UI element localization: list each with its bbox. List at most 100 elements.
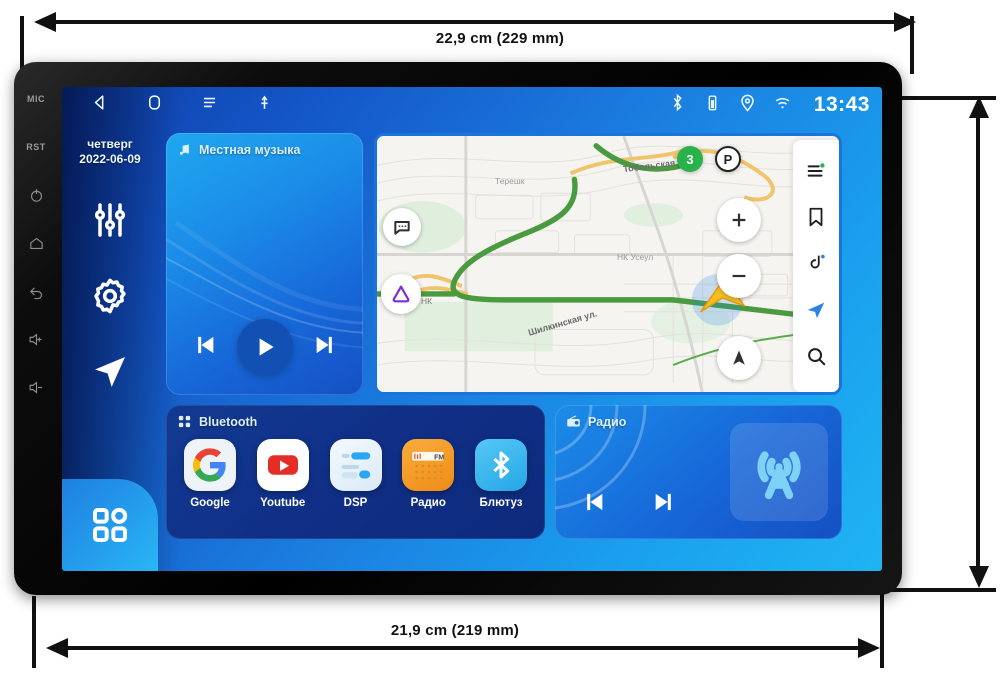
app-google[interactable]: Google [176, 439, 244, 509]
dimension-right-line [976, 118, 980, 566]
dimension-bottom-tick-left [32, 596, 36, 668]
map-right-toolbar [793, 140, 839, 392]
app-youtube[interactable]: Youtube [249, 439, 317, 509]
usb-icon[interactable] [255, 93, 274, 117]
play-icon [259, 338, 274, 356]
bluetooth-widget-title: Bluetooth [199, 414, 258, 429]
layers-icon [392, 285, 410, 303]
dsp-icon[interactable] [329, 439, 382, 491]
volume-down-key[interactable] [23, 376, 49, 398]
routes-icon[interactable] [805, 160, 827, 187]
system-nav-buttons [90, 93, 274, 117]
app-dsp[interactable]: DSP [322, 439, 390, 509]
zoom-in-button[interactable] [717, 198, 761, 242]
back-icon[interactable] [90, 93, 109, 117]
play-button[interactable] [236, 319, 293, 375]
navigation-icon[interactable] [87, 349, 133, 395]
mic-key[interactable]: MIC [23, 88, 49, 110]
screenshot-root: 22,9 cm (229 mm) 12,9 cm (129 mm) 21,9 c… [0, 0, 1000, 673]
parking-badge[interactable]: P [715, 146, 741, 172]
equalizer-icon[interactable] [87, 197, 133, 243]
map-widget[interactable]: Тобольская ул. Шилкинская ул. Терешк НК … [374, 133, 842, 395]
home-key[interactable] [23, 232, 49, 254]
chat-button[interactable] [383, 208, 421, 246]
next-track-button[interactable] [312, 331, 340, 364]
app-shortcut-row: Google Youtube DSP FM Радио Блютуз [176, 439, 535, 509]
dimension-bottom-line [68, 646, 858, 650]
wifi-icon [773, 93, 792, 117]
search-icon[interactable] [805, 345, 827, 372]
next-station-button[interactable] [651, 488, 679, 521]
radio-album-art[interactable] [730, 423, 828, 521]
bluetooth-icon [668, 93, 687, 117]
radio-icon[interactable]: FM [402, 439, 455, 491]
date-label: 2022-06-09 [79, 152, 141, 166]
traffic-level-badge[interactable]: 3 [677, 146, 703, 172]
app-label-google: Google [190, 497, 230, 509]
compass-button[interactable] [717, 336, 761, 380]
dimension-top-line [56, 20, 894, 24]
map-canvas[interactable] [377, 136, 839, 395]
dimension-top-tick-right [910, 16, 914, 74]
apps-grid-button[interactable] [62, 479, 158, 571]
minus-icon [732, 274, 746, 278]
app-label-dsp: DSP [343, 497, 368, 509]
music-widget[interactable]: Местная музыка [166, 133, 363, 395]
music-controls [166, 319, 363, 375]
dimension-width-top-label: 22,9 cm (229 mm) [435, 30, 565, 47]
youtube-icon[interactable] [256, 439, 309, 491]
date-block: четверг 2022-06-09 [79, 137, 140, 167]
radio-controls [579, 488, 679, 521]
bluetooth-apps-widget[interactable]: Bluetooth Google Youtube DSP FM Радио Бл… [166, 405, 545, 539]
volume-up-key[interactable] [23, 328, 49, 350]
compass-icon [733, 350, 745, 365]
dimension-right-arrow-up [969, 96, 989, 118]
apps-grid-icon [93, 507, 128, 542]
poi-label-tereshk: Терешк [495, 176, 525, 186]
music-disc-icon[interactable] [805, 252, 827, 279]
chat-icon [394, 221, 410, 235]
clock: 13:43 [813, 93, 870, 116]
app-label-bluetooth: Блютуз [479, 497, 523, 509]
layers-button[interactable] [381, 274, 421, 314]
physical-side-keys: MIC RST [14, 62, 58, 595]
back-key[interactable] [23, 280, 49, 302]
menu-icon[interactable] [200, 93, 219, 117]
settings-icon[interactable] [87, 273, 133, 319]
dimension-bottom-arrow-right [858, 638, 880, 658]
zoom-out-button[interactable] [717, 254, 761, 298]
poi-label-nk-useul: НК Усеул [617, 252, 654, 262]
status-bar: 13:43 [62, 87, 882, 123]
location-icon [738, 93, 757, 117]
home-widgets: Местная музыка Тобольская ул. Шилкинская… [158, 127, 874, 563]
app-radio[interactable]: FM Радио [394, 439, 462, 509]
svg-text:FM: FM [434, 454, 444, 461]
broadcast-tower-icon [757, 451, 801, 500]
bluetooth-widget-header: Bluetooth [166, 405, 545, 429]
home-icon[interactable] [145, 93, 164, 117]
bookmark-icon[interactable] [805, 206, 827, 233]
battery-icon [703, 93, 722, 117]
navigate-icon[interactable] [805, 299, 827, 326]
power-key[interactable] [23, 184, 49, 206]
reset-key[interactable]: RST [23, 136, 49, 158]
bluetooth-app-icon[interactable] [475, 439, 527, 491]
previous-track-button[interactable] [190, 331, 218, 364]
apps-dots-icon [178, 415, 191, 428]
app-label-radio: Радио [410, 497, 446, 509]
poi-label-nk: НК [421, 296, 433, 306]
dimension-bottom-tick-right [880, 590, 884, 668]
google-icon[interactable] [184, 439, 236, 491]
app-bluetooth[interactable]: Блютуз [467, 439, 535, 509]
dimension-top-arrow-left [34, 12, 56, 32]
left-launcher-rail: четверг 2022-06-09 [62, 123, 158, 571]
status-tray: 13:43 [668, 93, 870, 117]
radio-widget[interactable]: Радио [555, 405, 842, 539]
plus-icon [732, 213, 746, 227]
previous-station-button[interactable] [579, 488, 607, 521]
car-head-unit-device: MIC RST 13:43 четверг 2022-06-09 Местная… [14, 62, 902, 595]
dimension-width-bottom-label: 21,9 cm (219 mm) [390, 622, 520, 639]
dimension-bottom-arrow-left [46, 638, 68, 658]
weekday-label: четверг [87, 137, 133, 151]
touchscreen[interactable]: 13:43 четверг 2022-06-09 Местная музыка … [62, 87, 882, 571]
